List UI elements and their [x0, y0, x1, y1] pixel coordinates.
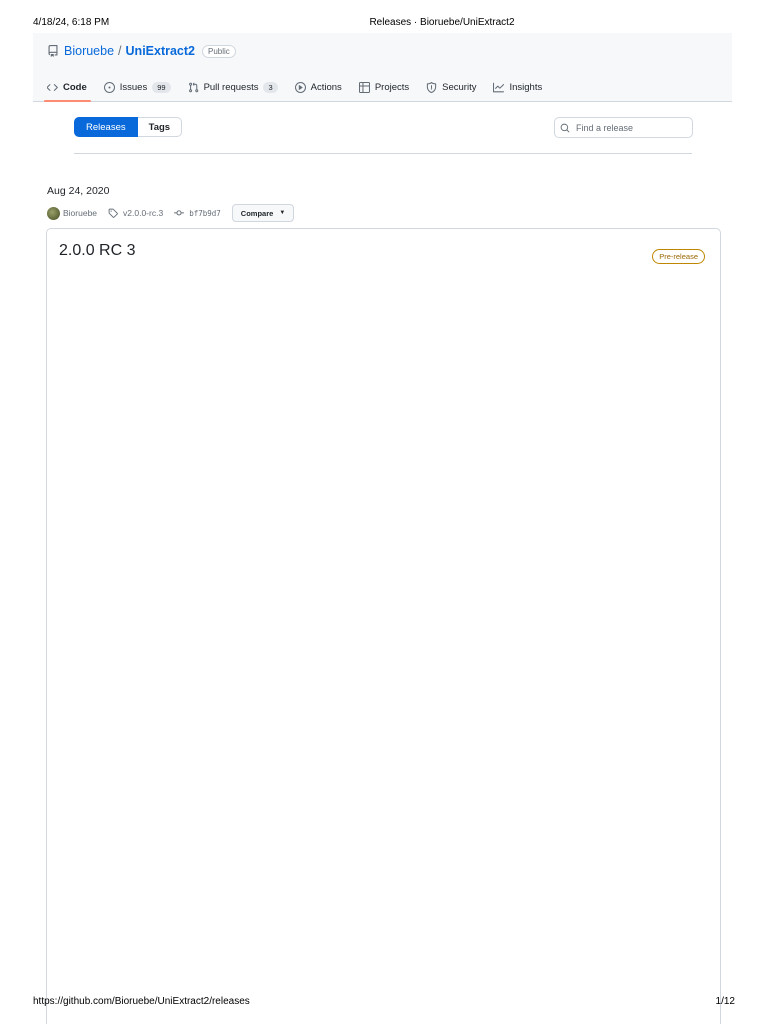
repo-header: Bioruebe / UniExtract2 Public Code Issue… — [33, 33, 732, 102]
table-icon — [358, 81, 370, 93]
repo-separator: / — [118, 44, 122, 58]
visibility-badge: Public — [202, 44, 236, 58]
graph-icon — [493, 82, 505, 92]
section-divider — [74, 153, 692, 154]
print-doc-title: Releases · Bioruebe/UniExtract2 — [369, 17, 515, 28]
tab-insights-label: Insights — [509, 81, 543, 93]
release-title[interactable]: 2.0.0 RC 3 — [59, 242, 135, 260]
tag-icon — [108, 208, 118, 218]
compare-button[interactable]: Compare ▼ — [231, 204, 295, 222]
code-icon — [47, 83, 58, 91]
shield-icon — [427, 81, 437, 93]
tab-pull-requests[interactable]: Pull requests 3 — [188, 78, 278, 96]
release-search-input[interactable] — [576, 122, 686, 133]
release-commit[interactable]: bf7b9d7 — [174, 208, 221, 218]
git-pull-request-icon — [188, 81, 198, 92]
tab-issues-label: Issues — [119, 81, 148, 93]
tab-insights[interactable]: Insights — [493, 78, 542, 96]
repo-icon — [47, 45, 59, 57]
triangle-down-icon: ▼ — [279, 210, 286, 216]
tab-actions-label: Actions — [310, 81, 342, 93]
releases-subnav: Releases Tags — [74, 117, 183, 137]
avatar — [47, 206, 60, 220]
release-search[interactable] — [554, 117, 693, 138]
tab-projects-label: Projects — [374, 81, 410, 93]
print-page-counter: 1/12 — [715, 996, 735, 1007]
pull-requests-count: 3 — [263, 81, 278, 93]
release-tag[interactable]: v2.0.0-rc.3 — [108, 208, 163, 218]
prerelease-badge: Pre-release — [652, 249, 705, 264]
search-icon — [560, 123, 570, 132]
print-url: https://github.com/Bioruebe/UniExtract2/… — [33, 996, 250, 1007]
tab-security[interactable]: Security — [426, 78, 476, 96]
subnav-releases[interactable]: Releases — [74, 117, 138, 137]
repo-tabs: Code Issues 99 Pull requests 3 Actions P… — [44, 78, 559, 102]
git-commit-icon — [174, 210, 185, 216]
release-date: Aug 24, 2020 — [47, 185, 110, 197]
release-meta: Bioruebe v2.0.0-rc.3 bf7b9d7 Compare ▼ — [47, 204, 295, 222]
release-author[interactable]: Bioruebe — [47, 206, 98, 220]
tab-projects[interactable]: Projects — [358, 78, 410, 96]
subnav-tags[interactable]: Tags — [137, 117, 183, 137]
repo-title: Bioruebe / UniExtract2 Public — [47, 44, 236, 58]
issue-opened-icon — [103, 81, 115, 93]
tab-actions[interactable]: Actions — [294, 78, 342, 96]
issues-count: 99 — [152, 81, 171, 93]
tab-issues[interactable]: Issues 99 — [103, 78, 171, 96]
repo-name-link[interactable]: UniExtract2 — [126, 44, 195, 58]
tab-code-label: Code — [63, 81, 87, 93]
release-commit-sha: bf7b9d7 — [189, 208, 221, 218]
release-author-name: Bioruebe — [63, 208, 98, 218]
compare-button-label: Compare — [240, 208, 274, 218]
tab-pull-requests-label: Pull requests — [203, 81, 259, 93]
release-tag-label: v2.0.0-rc.3 — [123, 208, 164, 218]
repo-owner-link[interactable]: Bioruebe — [64, 44, 114, 58]
release-card: 2.0.0 RC 3 Pre-release — [46, 228, 721, 1024]
tab-security-label: Security — [442, 81, 477, 93]
tab-code[interactable]: Code — [44, 78, 91, 102]
play-icon — [294, 81, 306, 93]
